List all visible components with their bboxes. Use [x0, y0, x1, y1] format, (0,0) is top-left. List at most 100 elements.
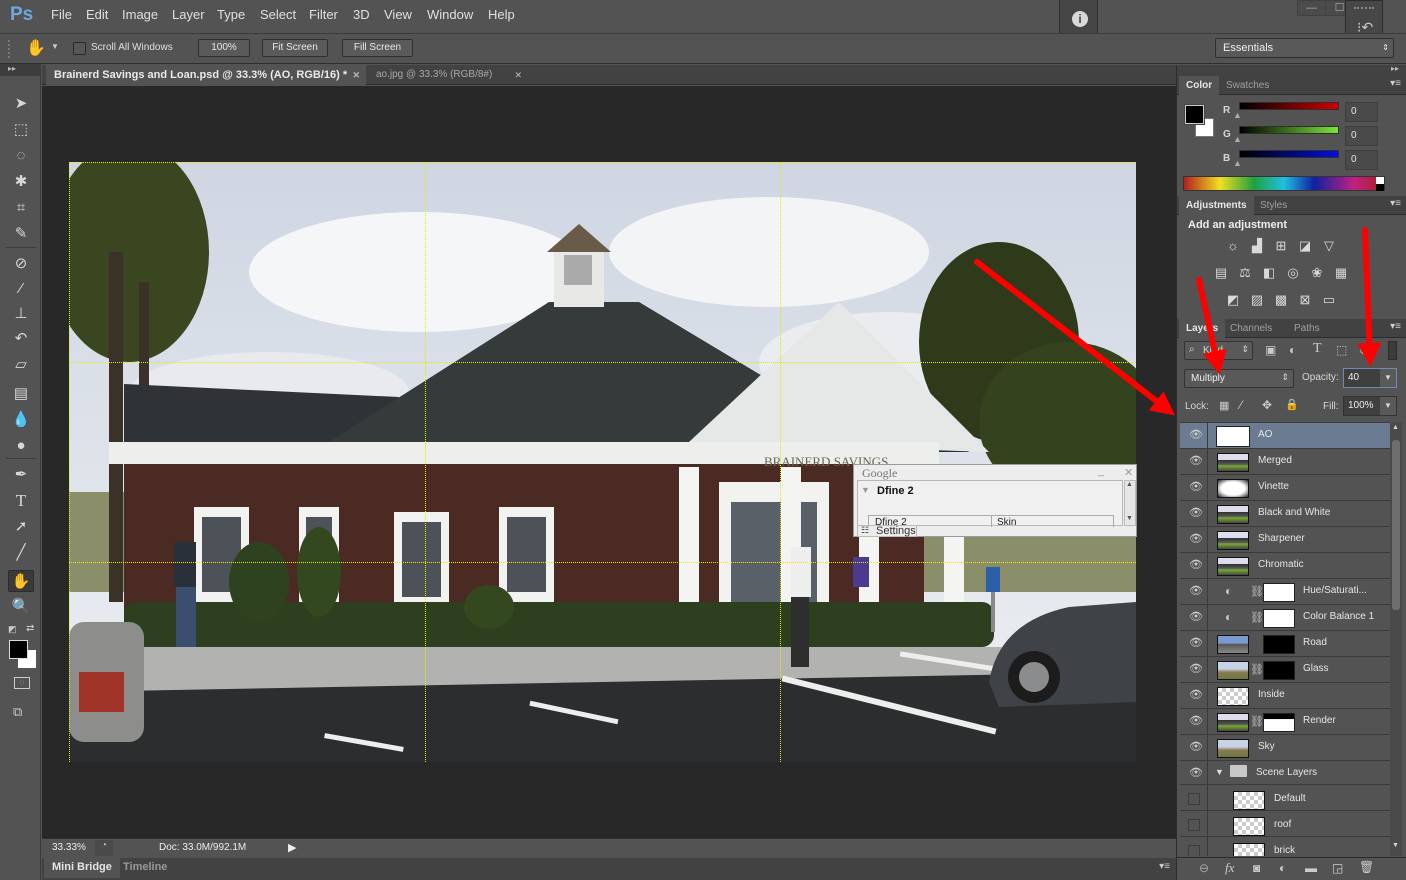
slider-handle[interactable]: ▲ [1233, 158, 1242, 168]
move-tool-icon[interactable]: ➤ [8, 93, 34, 115]
lock-all-icon[interactable]: 🔒 [1285, 398, 1299, 411]
curves-icon[interactable]: ⊞ [1271, 238, 1291, 254]
tab-swatches[interactable]: Swatches [1219, 76, 1276, 95]
link-layers-icon[interactable]: ⊖ [1199, 861, 1209, 875]
tab-brainerd-psd[interactable]: Brainerd Savings and Loan.psd @ 33.3% (A… [46, 65, 366, 85]
blur-tool-icon[interactable]: 💧 [8, 409, 34, 431]
type-tool-icon[interactable]: T [8, 490, 34, 512]
tab-paths[interactable]: Paths [1287, 319, 1327, 338]
collapse-triangle-icon[interactable]: ▼ [861, 485, 870, 495]
layer-filter-kind[interactable]: ⌕ Kind ⇕ [1184, 341, 1253, 360]
visibility-toggle[interactable]: 👁 [1180, 657, 1208, 683]
layer-row[interactable]: Default [1180, 787, 1390, 813]
menu-layer[interactable]: Layer [172, 7, 205, 22]
lock-position-icon[interactable]: ✥ [1262, 398, 1272, 412]
foreground-swatch[interactable] [1184, 104, 1205, 125]
menu-file[interactable]: File [51, 7, 72, 22]
new-group-icon[interactable]: ▬ [1305, 861, 1317, 875]
visibility-toggle[interactable]: 👁 [1180, 449, 1208, 475]
visibility-toggle[interactable] [1180, 813, 1208, 839]
filter-toggle[interactable] [1388, 341, 1397, 360]
menu-view[interactable]: View [384, 7, 412, 22]
layer-row[interactable]: 👁 ◐ ⛓ Color Balance 1 [1180, 605, 1390, 631]
menu-window[interactable]: Window [427, 7, 473, 22]
foreground-color-swatch[interactable] [9, 640, 28, 659]
mask-link-icon[interactable]: ⛓ [1250, 715, 1264, 728]
visibility-toggle[interactable]: 👁 [1180, 579, 1208, 605]
layer-row[interactable]: 👁 Inside [1180, 683, 1390, 709]
lasso-tool-icon[interactable]: ◌ [8, 145, 34, 167]
filter-adjustment-icon[interactable]: ◐ [1289, 343, 1296, 357]
zoom-100-button[interactable]: 100% [198, 39, 250, 57]
layer-mask-thumbnail[interactable] [1263, 583, 1295, 602]
guide-line[interactable] [69, 362, 1136, 363]
new-adjustment-layer-icon[interactable]: ◐ [1279, 861, 1286, 875]
menu-select[interactable]: Select [260, 7, 296, 22]
layer-row[interactable]: 👁 Black and White [1180, 501, 1390, 527]
visibility-toggle[interactable]: 👁 [1180, 735, 1208, 761]
lock-image-icon[interactable]: ⁄ [1240, 398, 1242, 412]
plugin-skin[interactable]: Skin [997, 517, 1016, 527]
delete-layer-icon[interactable]: 🗑 [1359, 860, 1374, 874]
opacity-dropdown[interactable]: ▼ [1380, 369, 1396, 387]
zoom-tool-icon[interactable]: 🔍 [8, 596, 34, 618]
layer-group-row[interactable]: 👁 ▼ Scene Layers [1180, 761, 1390, 787]
mask-link-icon[interactable]: ⛓ [1250, 663, 1264, 676]
visibility-toggle[interactable]: 👁 [1180, 527, 1208, 553]
fill-dropdown[interactable]: ▼ [1380, 397, 1396, 415]
red-slider[interactable] [1239, 102, 1339, 110]
status-icon[interactable]: ◔ [95, 840, 113, 856]
panel-menu-icon[interactable]: ▾≡ [1390, 198, 1401, 209]
guide-line[interactable] [69, 162, 1136, 163]
path-selection-tool-icon[interactable]: ➚ [8, 516, 34, 538]
channel-mixer-icon[interactable]: ❀ [1307, 265, 1327, 281]
swap-colors-icon[interactable]: ⇄ [26, 623, 34, 634]
green-value-field[interactable]: 0 [1345, 126, 1378, 146]
layer-row[interactable]: 👁 Chromatic [1180, 553, 1390, 579]
green-slider[interactable] [1239, 126, 1339, 134]
filter-shape-icon[interactable]: ⬚ [1336, 343, 1347, 357]
add-mask-icon[interactable]: ◙ [1253, 861, 1260, 875]
tab-layers[interactable]: Layers [1179, 319, 1226, 338]
layers-scrollbar[interactable]: ▲ ▼ [1390, 422, 1402, 856]
visibility-toggle[interactable] [1180, 839, 1208, 856]
mask-link-icon[interactable]: ⛓ [1250, 611, 1264, 624]
tool-preset-dropdown[interactable]: ▼ [51, 42, 59, 51]
quick-mask-icon[interactable]: ◌ [14, 677, 30, 689]
layer-mask-thumbnail[interactable] [1263, 635, 1295, 654]
blue-slider[interactable] [1239, 150, 1339, 158]
filter-pixel-icon[interactable]: ▣ [1265, 343, 1276, 357]
close-tab-icon[interactable]: ✕ [514, 65, 522, 85]
layer-row[interactable]: 👁 Merged [1180, 449, 1390, 475]
close-tab-icon[interactable]: ✕ [352, 65, 360, 85]
visibility-toggle[interactable] [1180, 787, 1208, 813]
gradient-tool-icon[interactable]: ▤ [8, 383, 34, 405]
marquee-tool-icon[interactable]: ⬚ [8, 119, 34, 141]
workspace-select[interactable]: Essentials ⇕ [1215, 38, 1394, 58]
minimize-button[interactable]: — [1297, 0, 1326, 16]
black-white-icon[interactable]: ◧ [1259, 265, 1279, 281]
zoom-level[interactable]: 33.33% [52, 842, 86, 853]
menu-filter[interactable]: Filter [309, 7, 338, 22]
scroll-down-icon[interactable]: ▼ [1126, 515, 1133, 522]
guide-line[interactable] [425, 162, 426, 762]
brightness-contrast-icon[interactable]: ☼ [1223, 238, 1243, 254]
color-balance-icon[interactable]: ⚖ [1235, 265, 1255, 281]
photo-filter-icon[interactable]: ◎ [1283, 265, 1303, 281]
tab-channels[interactable]: Channels [1223, 319, 1279, 338]
red-value-field[interactable]: 0 [1345, 102, 1378, 122]
layer-row[interactable]: 👁 Road [1180, 631, 1390, 657]
levels-icon[interactable]: ▟ [1247, 238, 1267, 254]
menu-type[interactable]: Type [217, 7, 245, 22]
black-swatch[interactable] [1376, 184, 1384, 191]
scroll-up-icon[interactable]: ▲ [1392, 424, 1399, 431]
layer-row[interactable]: 👁 AO [1180, 423, 1390, 449]
menu-3d[interactable]: 3D [353, 7, 370, 22]
scroll-all-windows-checkbox[interactable] [73, 42, 86, 55]
visibility-toggle[interactable]: 👁 [1180, 631, 1208, 657]
visibility-toggle[interactable]: 👁 [1180, 683, 1208, 709]
scroll-thumb[interactable] [1392, 440, 1400, 610]
visibility-toggle[interactable]: 👁 [1180, 423, 1208, 449]
layer-row[interactable]: 👁 Vinette [1180, 475, 1390, 501]
color-lookup-icon[interactable]: ▦ [1331, 265, 1351, 281]
